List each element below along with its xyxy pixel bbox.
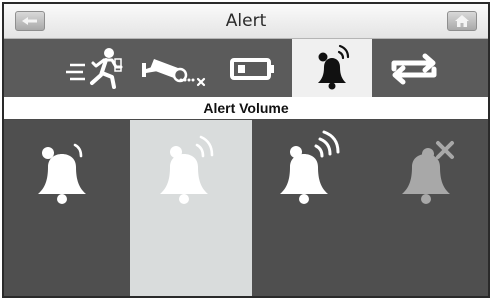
home-icon	[455, 15, 469, 27]
bell-mute-icon	[402, 141, 454, 204]
tab-swap[interactable]	[372, 39, 456, 97]
alert-volume-bell-icon	[318, 44, 350, 90]
camera-signal-lost-icon	[142, 59, 206, 87]
volume-option-medium[interactable]	[130, 120, 252, 296]
alert-tab-bar	[4, 39, 488, 97]
alert-volume-options	[4, 120, 488, 296]
alert-screen: Alert Alert Volume	[2, 2, 490, 298]
tab-low-battery[interactable]	[216, 39, 292, 97]
section-heading: Alert Volume	[4, 97, 488, 120]
low-battery-icon	[230, 58, 274, 80]
bell-low-volume-icon	[38, 143, 86, 204]
volume-option-high[interactable]	[252, 120, 372, 296]
volume-option-mute[interactable]	[372, 120, 488, 296]
home-button[interactable]	[447, 11, 477, 31]
volume-option-low[interactable]	[4, 120, 130, 296]
bell-medium-volume-icon	[160, 135, 214, 204]
swap-arrows-icon	[391, 53, 437, 85]
tab-alert-volume[interactable]	[292, 39, 372, 97]
bell-high-volume-icon	[280, 130, 340, 204]
page-title: Alert	[225, 11, 267, 31]
tab-camera-signal-lost[interactable]	[136, 39, 216, 97]
title-bar: Alert	[4, 4, 488, 39]
